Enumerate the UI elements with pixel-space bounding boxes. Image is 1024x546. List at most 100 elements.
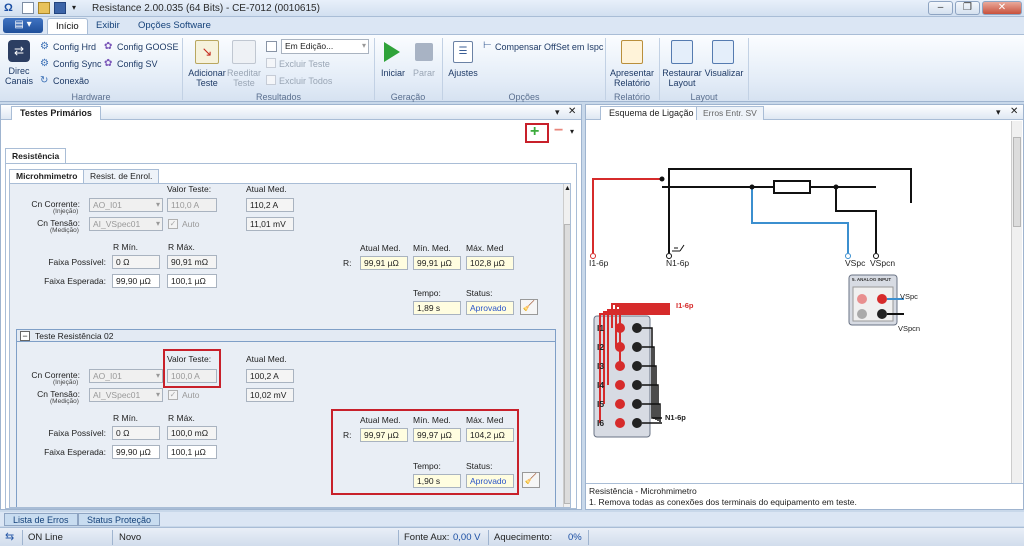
- close-button[interactable]: ✕: [982, 1, 1022, 15]
- restaurar-layout-icon[interactable]: [671, 40, 693, 64]
- scroll-thumb[interactable]: [1013, 137, 1021, 227]
- ribbon-tabs: ▤ ▾ Início Exibir Opções Software: [0, 17, 1024, 34]
- tab-status-protecao[interactable]: Status Proteção: [78, 513, 161, 526]
- config-hrd-button[interactable]: Config Hrd: [53, 42, 96, 52]
- tab-lista-erros[interactable]: Lista de Erros: [4, 513, 78, 526]
- faixa-esperada-max[interactable]: 100,1 µΩ: [167, 274, 217, 288]
- connection-icon: ⇆: [5, 531, 15, 543]
- clear-broom-icon[interactable]: 🧹: [520, 299, 538, 315]
- status-value: Aprovado: [466, 474, 514, 488]
- cn-corrente-select[interactable]: AO_I01: [89, 369, 163, 383]
- config-goose-button[interactable]: Config GOOSE: [117, 42, 179, 52]
- config-goose-icon: ✿: [104, 41, 113, 52]
- footer-tabs: Lista de Erros Status Proteção: [0, 512, 1024, 526]
- collapse-icon[interactable]: −: [20, 331, 30, 341]
- faixa-esperada-max[interactable]: 100,1 µΩ: [167, 445, 217, 459]
- pane-close-icon[interactable]: ✕: [1010, 106, 1018, 117]
- tab-opcoes-software[interactable]: Opções Software: [130, 18, 219, 34]
- cn-corrente-select[interactable]: AO_I01: [89, 198, 163, 212]
- label-vspcn-module: VSpcn: [898, 324, 921, 333]
- restaurar-layout-button[interactable]: Restaurar Layout: [661, 68, 703, 88]
- save-icon[interactable]: [54, 2, 66, 14]
- faixa-esperada-min[interactable]: 99,90 µΩ: [112, 274, 160, 288]
- iniciar-button[interactable]: Iniciar: [376, 68, 410, 78]
- ajustes-button[interactable]: Ajustes: [446, 68, 480, 78]
- tab-microhmimetro[interactable]: Microhmimetro: [9, 169, 85, 183]
- r-label: R:: [343, 430, 352, 440]
- pane-dropdown-icon[interactable]: ▾: [555, 107, 560, 118]
- excluir-todos-icon: [266, 75, 276, 85]
- config-sync-button[interactable]: Config Sync: [53, 59, 102, 69]
- tab-inicio[interactable]: Início: [47, 18, 88, 34]
- adicionar-teste-icon[interactable]: ↘: [195, 40, 219, 64]
- apresentar-relatorio-button[interactable]: Apresentar Relatório: [608, 68, 656, 88]
- cn-tensao-select[interactable]: AI_VSpec01: [89, 217, 163, 231]
- apresentar-relatorio-icon[interactable]: [621, 40, 643, 64]
- atual-med-label: Atual Med.: [246, 184, 287, 194]
- minimize-button[interactable]: –: [928, 1, 953, 15]
- aquecimento-value: 0%: [568, 532, 582, 543]
- min-med-header: Mín. Med.: [413, 415, 451, 425]
- group-hardware-label: Hardware: [71, 92, 111, 102]
- row-label: I6: [597, 418, 605, 428]
- play-icon[interactable]: [384, 42, 400, 62]
- reeditar-teste-icon: [232, 40, 256, 64]
- auto-label: Auto: [182, 219, 200, 229]
- tab-erros-entr-sv[interactable]: Erros Entr. SV: [696, 106, 764, 120]
- pane-close-icon[interactable]: ✕: [568, 106, 576, 117]
- row-label: I1: [597, 323, 605, 333]
- cn-tensao-select[interactable]: AI_VSpec01: [89, 388, 163, 402]
- open-folder-icon[interactable]: [38, 2, 50, 14]
- r-min-label: R Mín.: [113, 242, 139, 252]
- valor-teste-label: Valor Teste:: [167, 354, 212, 364]
- auto-checkbox[interactable]: ✓: [168, 390, 178, 400]
- clear-broom-icon[interactable]: 🧹: [522, 472, 540, 488]
- new-file-icon[interactable]: [22, 2, 34, 14]
- add-icon[interactable]: +: [530, 123, 539, 141]
- tab-esquema-ligacao[interactable]: Esquema de Ligação: [600, 106, 703, 120]
- options-dropdown-icon[interactable]: ▾: [570, 127, 574, 136]
- direc-canais-button[interactable]: Direc Canais: [2, 66, 36, 86]
- pane-dropdown-icon[interactable]: ▾: [996, 107, 1001, 118]
- test2-section-header[interactable]: − Teste Resistência 02: [16, 329, 556, 342]
- app-logo-icon[interactable]: Ω: [4, 2, 13, 14]
- faixa-esperada-min[interactable]: 99,90 µΩ: [112, 445, 160, 459]
- scroll-up-icon[interactable]: ▲: [564, 185, 570, 192]
- valor-teste-field[interactable]: 110,0 A: [167, 198, 217, 212]
- fonte-aux-value: 0,00 V: [453, 532, 481, 543]
- r-min-label: R Mín.: [113, 413, 139, 423]
- status-separator: [588, 530, 589, 545]
- tab-testes-primarios[interactable]: Testes Primários: [11, 106, 101, 120]
- ajustes-icon[interactable]: ☰: [453, 41, 473, 63]
- max-med-header: Máx. Med: [466, 243, 504, 253]
- tab-exibir[interactable]: Exibir: [88, 18, 128, 34]
- tab-resistencia[interactable]: Resistência: [5, 148, 67, 164]
- status-separator: [398, 530, 399, 545]
- file-menu-button[interactable]: ▤ ▾: [3, 18, 43, 33]
- ribbon-separator: [605, 38, 606, 100]
- conexao-button[interactable]: Conexão: [53, 76, 89, 86]
- valor-teste-label: Valor Teste:: [167, 184, 212, 194]
- vertical-scrollbar[interactable]: ▲: [563, 184, 570, 507]
- resistor: [773, 180, 811, 194]
- online-status: ON Line: [28, 532, 63, 543]
- auto-checkbox[interactable]: ✓: [168, 219, 178, 229]
- visualizar-button[interactable]: Visualizar: [703, 68, 745, 78]
- compensar-offset-button[interactable]: Compensar OffSet em Ispc: [495, 42, 603, 52]
- atual-corrente-field: 110,2 A: [246, 198, 294, 212]
- maximize-button[interactable]: ❐: [955, 1, 980, 15]
- label-vspc-module: VSpc: [900, 292, 918, 301]
- scroll-thumb[interactable]: [564, 224, 570, 504]
- remove-icon[interactable]: −: [554, 122, 563, 140]
- max-med-value: 102,8 µΩ: [466, 256, 514, 270]
- parar-button: Parar: [412, 68, 435, 78]
- mode-select[interactable]: Em Edição...: [281, 39, 369, 54]
- valor-teste-field[interactable]: 100,0 A: [167, 369, 217, 383]
- config-sv-button[interactable]: Config SV: [117, 59, 158, 69]
- diagram-scrollbar[interactable]: [1011, 121, 1022, 483]
- tab-resist-enrol[interactable]: Resist. de Enrol.: [83, 169, 160, 183]
- adicionar-teste-button[interactable]: Adicionar Teste: [185, 68, 229, 88]
- visualizar-icon[interactable]: [712, 40, 734, 64]
- direc-canais-icon[interactable]: ⇄: [8, 40, 30, 62]
- quick-access-dropdown-icon[interactable]: ▾: [72, 3, 76, 12]
